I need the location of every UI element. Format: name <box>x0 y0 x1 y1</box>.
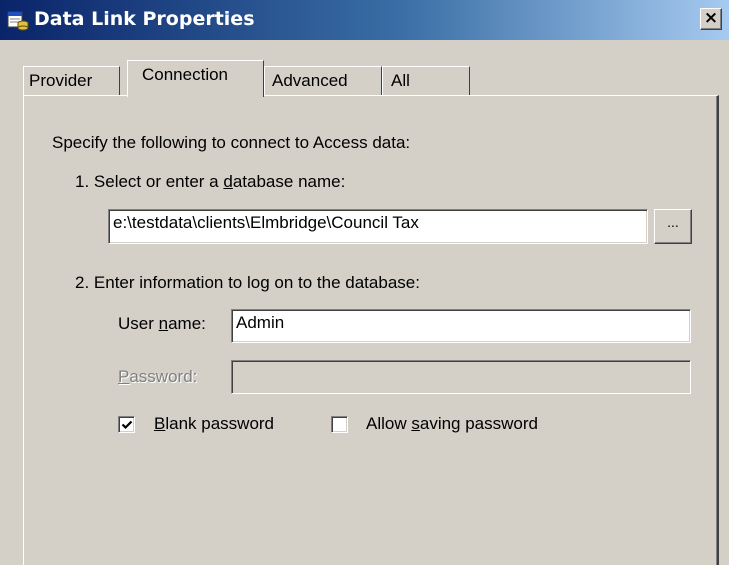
username-value: Admin <box>236 313 285 332</box>
title-bar[interactable]: Data Link Properties × <box>0 0 729 40</box>
close-icon: × <box>703 8 719 28</box>
tab-label: Provider <box>29 71 93 90</box>
tab-provider[interactable]: Provider <box>23 66 120 96</box>
window-title: Data Link Properties <box>34 8 255 30</box>
database-name-value: e:\testdata\clients\Elmbridge\Council Ta… <box>113 213 419 232</box>
database-name-input[interactable]: e:\testdata\clients\Elmbridge\Council Ta… <box>108 209 648 244</box>
logon-info-label: 2. Enter information to log on to the da… <box>75 273 420 292</box>
tab-label: Advanced <box>272 71 348 90</box>
password-input[interactable] <box>231 360 691 394</box>
database-name-label: 1. Select or enter a database name: <box>75 172 346 191</box>
blank-password-checkbox[interactable] <box>118 416 135 433</box>
blank-password-label[interactable]: Blank password <box>154 414 274 434</box>
browse-label: ... <box>667 214 679 230</box>
tab-label: All <box>391 71 410 90</box>
allow-saving-password-label[interactable]: Allow saving password <box>366 414 538 434</box>
allow-saving-password-checkbox[interactable] <box>331 416 348 433</box>
checkmark-icon <box>121 420 133 430</box>
password-label: Password: <box>118 367 198 386</box>
tab-advanced[interactable]: Advanced <box>264 66 382 96</box>
intro-text: Specify the following to connect to Acce… <box>52 133 411 152</box>
close-button[interactable]: × <box>700 8 722 30</box>
browse-button[interactable]: ... <box>654 209 692 244</box>
username-label: User name: <box>118 314 206 333</box>
tab-label: Connection <box>142 65 229 84</box>
data-link-icon <box>7 9 29 31</box>
tab-all[interactable]: All <box>382 66 470 96</box>
username-input[interactable]: Admin <box>231 309 691 343</box>
tab-connection[interactable]: Connection <box>127 60 264 97</box>
